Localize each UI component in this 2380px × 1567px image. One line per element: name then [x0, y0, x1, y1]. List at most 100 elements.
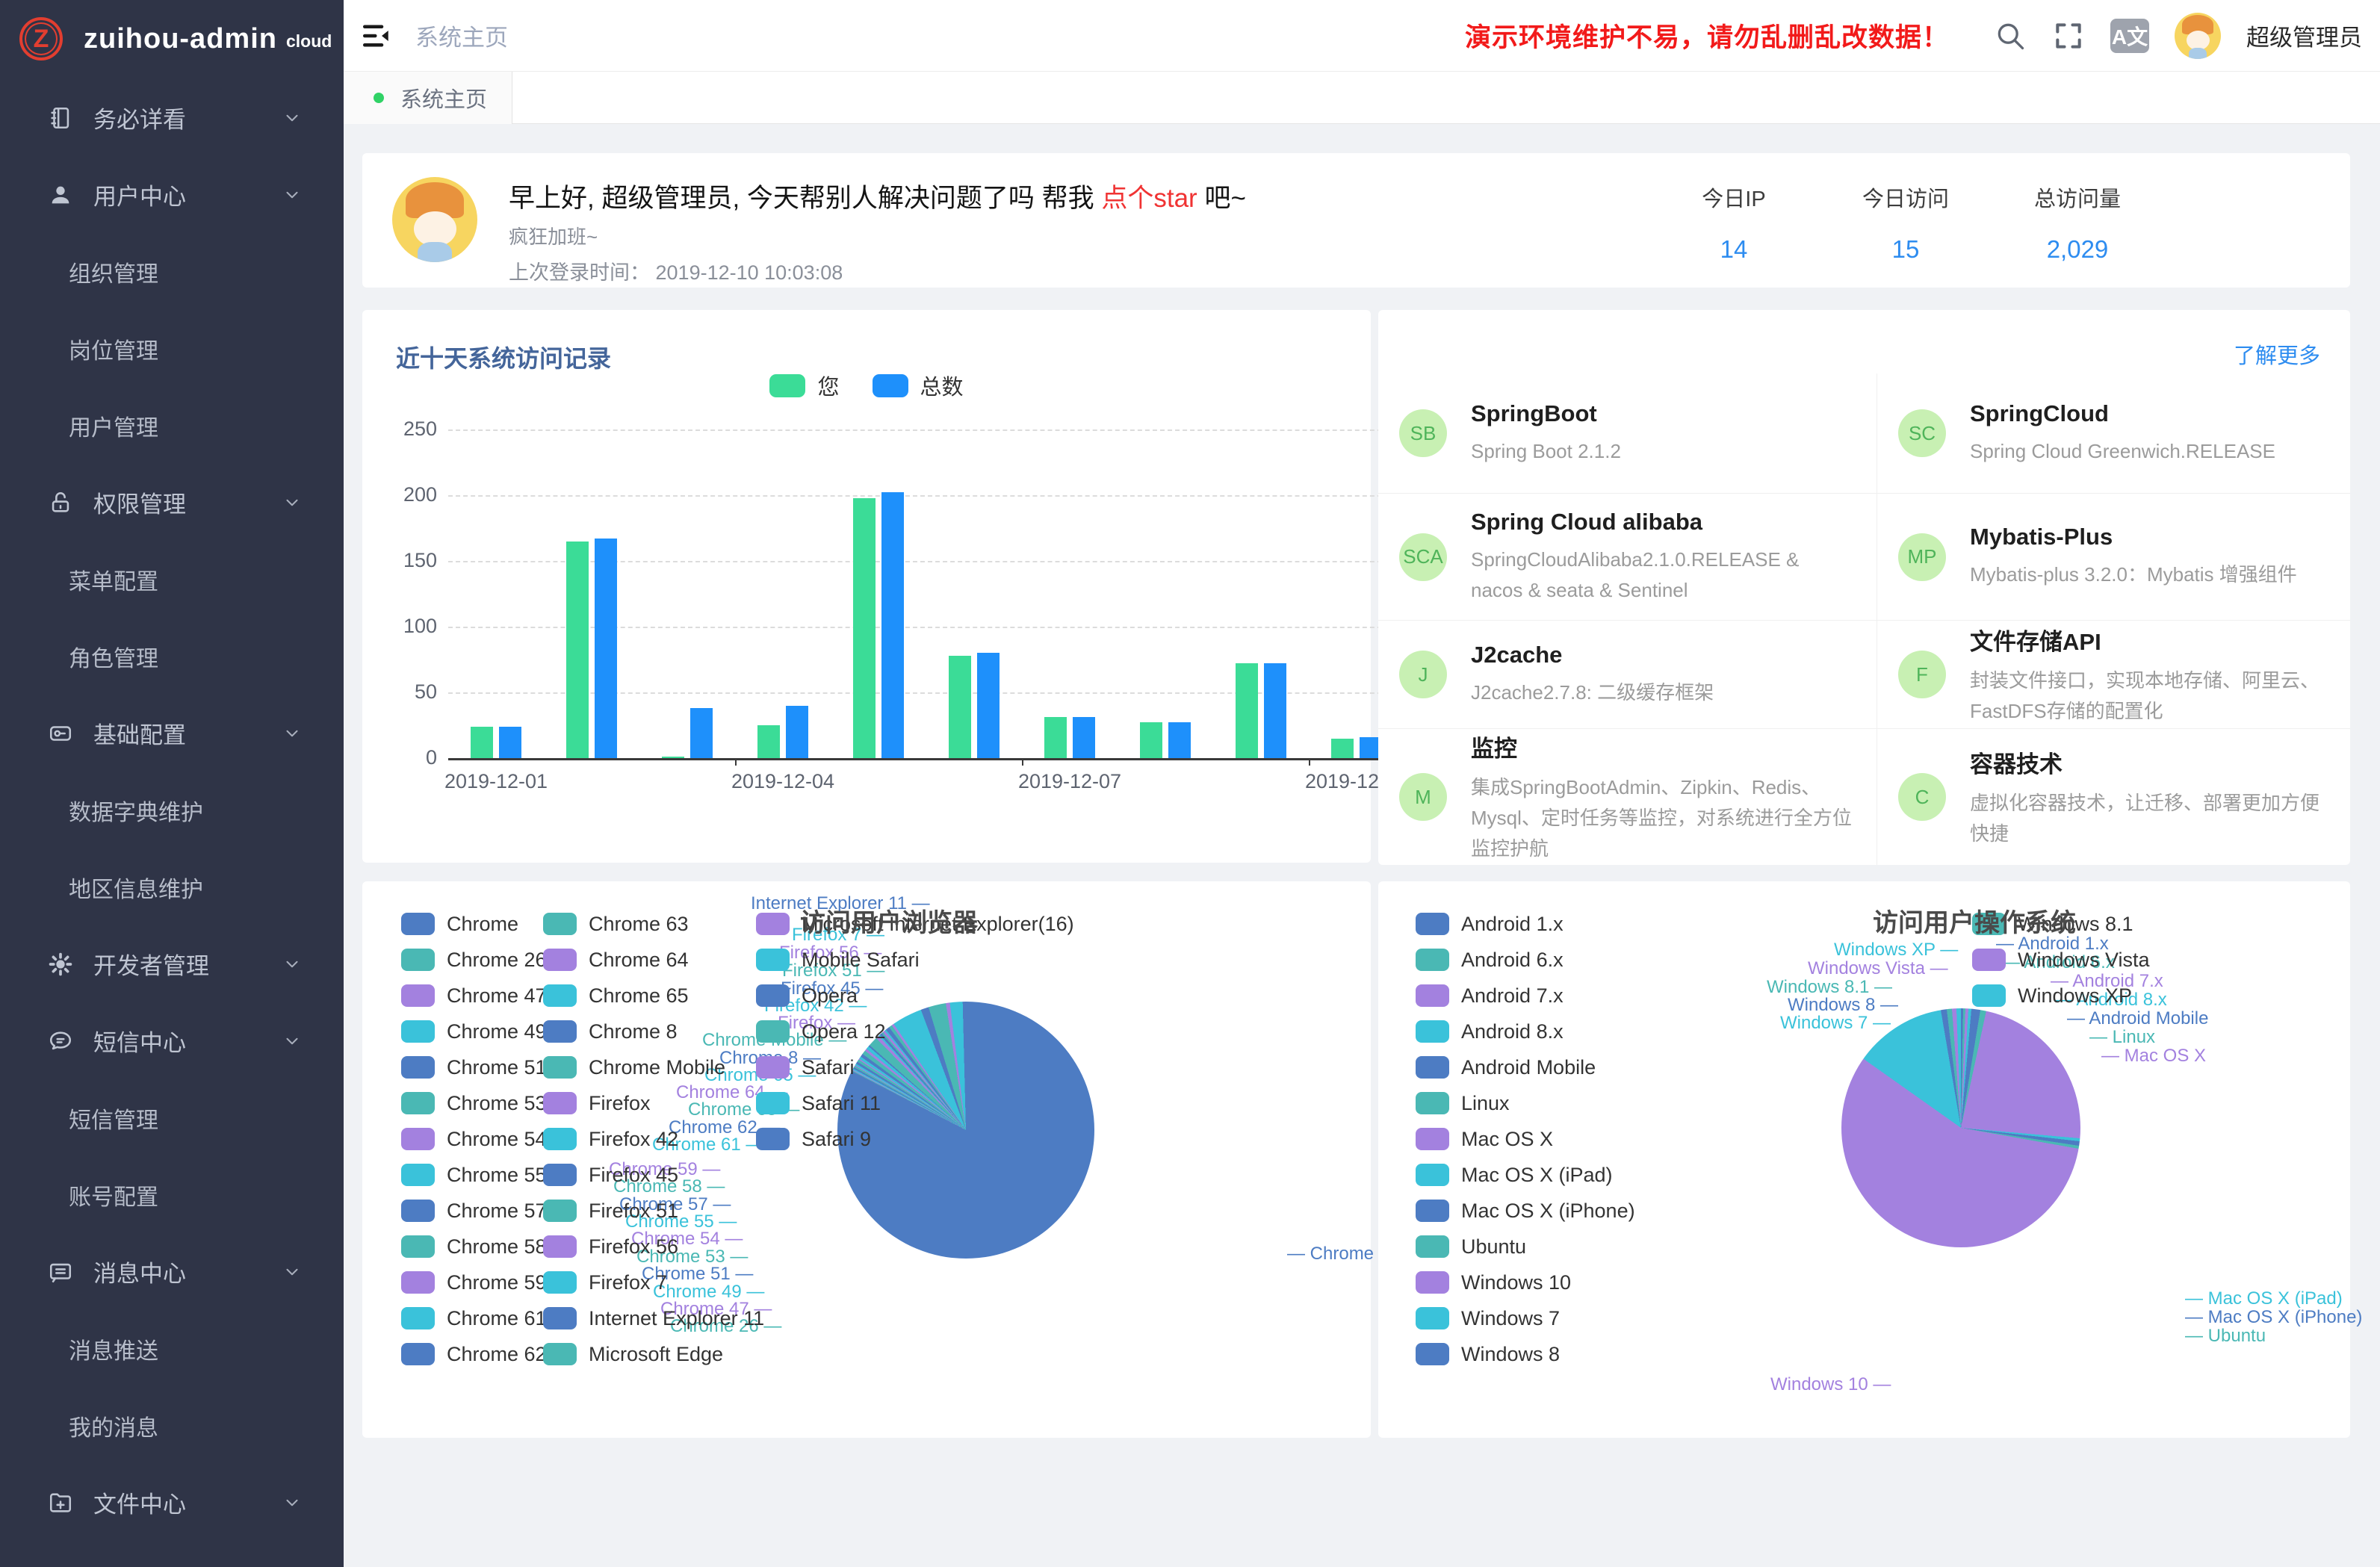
- os-legend-item[interactable]: Android Mobile: [1416, 1056, 1635, 1079]
- sidebar-item-role-management[interactable]: 角色管理: [0, 618, 344, 695]
- browser-legend-item[interactable]: Microsoft Edge: [543, 1343, 764, 1365]
- browser-legend-item[interactable]: Safari 9: [756, 1128, 1074, 1150]
- os-legend-item[interactable]: Linux: [1416, 1092, 1635, 1114]
- stat-label: 今日IP: [1648, 181, 1820, 213]
- chevron-down-icon: [282, 185, 302, 205]
- os-legend-item[interactable]: Android 1.x: [1416, 913, 1635, 935]
- sidebar-item-basic-config[interactable]: 基础配置: [0, 695, 344, 772]
- os-pie-title: 访问用户操作系统: [1873, 902, 2076, 939]
- browser-legend-item[interactable]: Firefox 51: [543, 1200, 764, 1222]
- sidebar-item-menu-config[interactable]: 菜单配置: [0, 541, 344, 618]
- browser-legend-item[interactable]: Chrome 53: [401, 1092, 547, 1114]
- learn-more-link[interactable]: 了解更多: [2234, 338, 2320, 370]
- sidebar-item-developer-management[interactable]: 开发者管理: [0, 925, 344, 1002]
- stat-value: 15: [1820, 235, 1992, 264]
- tech-title: SpringBoot: [1471, 400, 1621, 427]
- browser-legend-item[interactable]: Chrome Mobile: [543, 1056, 764, 1079]
- browser-legend-item[interactable]: Chrome: [401, 913, 547, 935]
- browser-legend-item[interactable]: Chrome 54: [401, 1128, 547, 1150]
- os-legend-item[interactable]: Windows 10: [1416, 1271, 1635, 1294]
- browser-legend-item[interactable]: Firefox 7: [543, 1271, 764, 1294]
- os-legend-item[interactable]: Mac OS X (iPhone): [1416, 1200, 1635, 1222]
- os-legend-item[interactable]: Android 8.x: [1416, 1020, 1635, 1043]
- sidebar-item-label: 权限管理: [93, 485, 186, 519]
- fullscreen-icon[interactable]: [2052, 19, 2085, 52]
- os-slice-label: — Ubuntu: [2185, 1326, 2266, 1347]
- sidebar-item-sms-management[interactable]: 短信管理: [0, 1079, 344, 1156]
- browser-legend-item[interactable]: Opera: [756, 984, 1074, 1007]
- browser-legend-item[interactable]: Chrome 57: [401, 1200, 547, 1222]
- legend-item-you[interactable]: 您: [769, 370, 839, 401]
- browser-legend-item[interactable]: Chrome 63: [543, 913, 764, 935]
- search-icon[interactable]: [1994, 19, 2027, 52]
- tech-desc: J2cache2.7.8: 二级缓存框架: [1471, 677, 1714, 708]
- bar-2019-12-05-you: [853, 498, 876, 758]
- sidebar-item-region-info[interactable]: 地区信息维护: [0, 848, 344, 925]
- browser-pie-title: 访问用户浏览器: [800, 902, 978, 939]
- os-legend-item[interactable]: Mac OS X (iPad): [1416, 1164, 1635, 1186]
- sidebar-item-must-read[interactable]: 务必详看: [0, 79, 344, 156]
- chevron-down-icon: [282, 1031, 302, 1051]
- app-logo[interactable]: Z zuihou-admin cloud: [0, 0, 344, 78]
- current-user-name[interactable]: 超级管理员: [2246, 19, 2362, 52]
- visits-chart-legend: 您 总数: [362, 370, 1371, 401]
- browser-legend-item[interactable]: Firefox: [543, 1092, 764, 1114]
- legend-item-total[interactable]: 总数: [873, 370, 964, 401]
- browser-legend-item[interactable]: Opera 12: [756, 1020, 1074, 1043]
- translate-icon[interactable]: A文: [2110, 19, 2149, 53]
- os-legend-item[interactable]: Ubuntu: [1416, 1235, 1635, 1258]
- os-legend-item[interactable]: Windows 8: [1416, 1343, 1635, 1365]
- breadcrumb: 系统主页: [415, 19, 508, 52]
- user-avatar[interactable]: [2175, 13, 2221, 59]
- browser-legend-item[interactable]: Internet Explorer 11: [543, 1307, 764, 1329]
- bar-2019-12-10-you: [1331, 739, 1354, 758]
- browser-legend-item[interactable]: Chrome 55: [401, 1164, 547, 1186]
- x-axis-tick: [1022, 758, 1023, 766]
- sidebar-item-file-center[interactable]: 文件中心: [0, 1464, 344, 1541]
- browser-legend-item[interactable]: Chrome 61: [401, 1307, 547, 1329]
- sidebar-item-post-management[interactable]: 岗位管理: [0, 310, 344, 387]
- sidebar-item-permission-management[interactable]: 权限管理: [0, 464, 344, 541]
- sidebar-item-sms-center[interactable]: 短信中心: [0, 1002, 344, 1079]
- os-legend-item[interactable]: Windows XP: [1972, 984, 2150, 1007]
- tech-desc: SpringCloudAlibaba2.1.0.RELEASE & nacos …: [1471, 544, 1854, 606]
- sidebar-item-message-center[interactable]: 消息中心: [0, 1233, 344, 1310]
- sidebar-item-account-config[interactable]: 账号配置: [0, 1156, 344, 1233]
- browser-legend-item[interactable]: Chrome 8: [543, 1020, 764, 1043]
- sidebar-item-user-management[interactable]: 用户管理: [0, 387, 344, 464]
- os-legend-item[interactable]: Android 6.x: [1416, 949, 1635, 971]
- sidebar-item-data-dict[interactable]: 数据字典维护: [0, 772, 344, 848]
- browser-legend-item[interactable]: Chrome 58: [401, 1235, 547, 1258]
- browser-legend-item[interactable]: Safari 11: [756, 1092, 1074, 1114]
- browser-legend-item[interactable]: Chrome 62: [401, 1343, 547, 1365]
- y-tick-label: 100: [385, 615, 437, 638]
- tech-badge: SCA: [1399, 533, 1447, 581]
- sidebar-item-user-center[interactable]: 用户中心: [0, 156, 344, 233]
- browser-legend-item[interactable]: Chrome 51: [401, 1056, 547, 1079]
- browser-legend-item[interactable]: Safari: [756, 1056, 1074, 1079]
- browser-legend-item[interactable]: Chrome 47: [401, 984, 547, 1007]
- sidebar-item-org-management[interactable]: 组织管理: [0, 233, 344, 310]
- gridline: [448, 561, 1404, 562]
- os-legend-item[interactable]: Mac OS X: [1416, 1128, 1635, 1150]
- star-link[interactable]: 点个star: [1101, 184, 1197, 213]
- browser-legend-item[interactable]: Chrome 64: [543, 949, 764, 971]
- tab-home[interactable]: 系统主页: [344, 72, 512, 124]
- browser-legend-item[interactable]: Chrome 49: [401, 1020, 547, 1043]
- sidebar-item-my-messages[interactable]: 我的消息: [0, 1387, 344, 1464]
- browser-legend-item[interactable]: Mobile Safari: [756, 949, 1074, 971]
- os-legend-item[interactable]: Windows 7: [1416, 1307, 1635, 1329]
- os-legend-item[interactable]: Android 7.x: [1416, 984, 1635, 1007]
- collapse-sidebar-icon[interactable]: [360, 19, 393, 52]
- browser-legend-item[interactable]: Firefox 45: [543, 1164, 764, 1186]
- browser-legend-item[interactable]: Firefox 56: [543, 1235, 764, 1258]
- browser-legend-item[interactable]: Chrome 65: [543, 984, 764, 1007]
- browser-legend-item[interactable]: Chrome 59: [401, 1271, 547, 1294]
- bar-2019-12-04-you: [757, 725, 780, 758]
- x-axis-line: [448, 758, 1404, 760]
- browser-legend-item[interactable]: Firefox 42: [543, 1128, 764, 1150]
- browser-legend-item[interactable]: Chrome 26: [401, 949, 547, 971]
- tech-badge: MP: [1898, 533, 1946, 581]
- sidebar-item-message-push[interactable]: 消息推送: [0, 1310, 344, 1387]
- os-legend-item[interactable]: Windows Vista: [1972, 949, 2150, 971]
